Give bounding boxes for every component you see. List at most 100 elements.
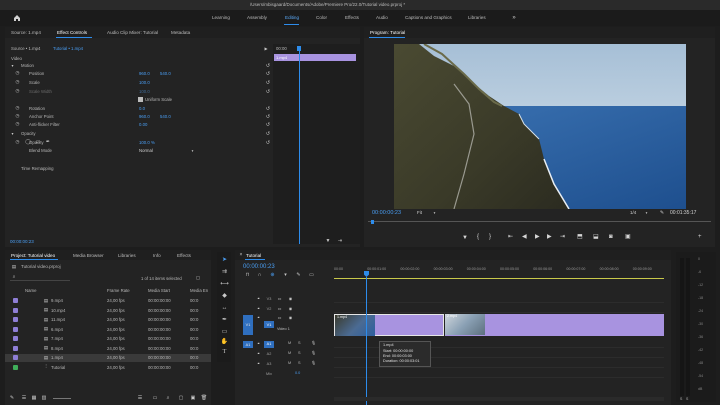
track-mute-button[interactable]: M [288, 341, 291, 346]
project-list-item[interactable]: ▤ 6.mp4 24,00 fps 00:00:00:00 00:0 [5, 326, 211, 334]
meter-solo-right[interactable]: S [686, 397, 688, 402]
track-lane-v2[interactable] [334, 305, 664, 313]
tab-timeline-tutorial[interactable]: Tutorial [246, 253, 261, 258]
track-lock-icon[interactable]: 🔒︎ [256, 315, 261, 320]
fit-dropdown-icon[interactable]: ▾ [432, 211, 437, 216]
workspace-audio[interactable]: Audio [376, 15, 388, 20]
label-color-swatch[interactable] [13, 355, 18, 360]
label-color-swatch[interactable] [13, 298, 18, 303]
track-target-a3[interactable]: A3 [264, 361, 274, 368]
ec-timecode[interactable]: 00:00:00:23 [10, 239, 34, 245]
snap-icon[interactable]: ⊓ [244, 272, 251, 279]
program-resolution[interactable]: 1/4 [630, 210, 636, 216]
label-color-swatch[interactable] [13, 364, 18, 370]
timeline-timecode[interactable]: 00:00:00:23 [243, 264, 275, 270]
work-area-bar[interactable] [334, 278, 664, 279]
col-name[interactable]: Name [25, 288, 36, 293]
automate-icon[interactable]: ▭ [152, 395, 158, 401]
sync-lock-icon[interactable]: ▭ [277, 315, 282, 320]
ec-mini-clip[interactable]: 1.mp4 [274, 54, 356, 61]
go-to-in-icon[interactable]: ⇤ [508, 234, 513, 240]
sync-lock-icon[interactable]: ▭ [277, 296, 282, 301]
workspace-color[interactable]: Color [316, 15, 327, 20]
ec-property-value[interactable]: 0.0 [139, 106, 145, 111]
track-lock-icon[interactable]: 🔒︎ [256, 361, 261, 366]
more-workspaces-icon[interactable]: » [510, 14, 518, 22]
rect-mask-icon[interactable]: ▭ [35, 139, 41, 145]
stopwatch-icon[interactable]: ◷ [15, 89, 20, 94]
type-tool-icon[interactable]: T [221, 348, 228, 355]
go-to-out-icon[interactable]: ⇥ [560, 234, 565, 240]
mark-out-icon[interactable]: } [489, 234, 491, 240]
razor-tool-icon[interactable]: ◆ [221, 292, 228, 299]
source-patch-a1[interactable]: A1 [243, 341, 253, 348]
timeline-settings-icon[interactable]: ✎ [295, 272, 302, 279]
track-mute-button[interactable]: M [288, 361, 291, 366]
track-lock-icon[interactable]: 🔒︎ [256, 306, 261, 311]
clip-1[interactable]: 1.mp4 [334, 314, 444, 336]
workspace-assembly[interactable]: Assembly [247, 15, 267, 20]
toggle-output-eye-icon[interactable]: ◉ [288, 315, 293, 320]
reset-parameter-icon[interactable]: ↺ [265, 106, 271, 112]
toggle-output-eye-icon[interactable]: ◉ [288, 306, 293, 311]
label-color-swatch[interactable] [13, 326, 18, 332]
rectangle-tool-icon[interactable]: ▭ [221, 328, 228, 335]
freeform-view-icon[interactable]: ▥ [41, 395, 47, 401]
play-icon[interactable]: ▶ [535, 234, 540, 240]
ellipse-mask-icon[interactable]: ◯ [25, 139, 31, 145]
reset-parameter-icon[interactable]: ↺ [265, 71, 271, 77]
blend-mode-select[interactable]: Normal [139, 148, 153, 153]
sort-icon[interactable]: ☰ [137, 395, 143, 401]
find-icon[interactable]: ⌕ [165, 395, 171, 401]
track-target-mix[interactable]: Mix [264, 371, 274, 378]
blend-mode-dropdown-icon[interactable]: ▾ [190, 149, 195, 154]
reset-parameter-icon[interactable]: ↺ [265, 122, 271, 128]
compare-icon[interactable]: ▣ [625, 234, 631, 240]
project-list-item[interactable]: ▤ 9.mp4 24,00 fps 00:00:00:00 00:0 [5, 297, 211, 305]
ec-group-expand-icon[interactable]: ▾ [10, 131, 15, 136]
track-mute-button[interactable]: M [288, 351, 291, 356]
track-target-a2[interactable]: A2 [264, 351, 274, 358]
stopwatch-icon[interactable]: ◷ [15, 71, 20, 76]
voice-over-mic-icon[interactable]: 🎙︎ [311, 341, 316, 346]
label-color-swatch[interactable] [13, 307, 18, 313]
export-icon[interactable]: ⇥ [337, 238, 343, 244]
workspace-captions[interactable]: Captions and Graphics [405, 15, 452, 20]
label-color-swatch[interactable] [13, 336, 18, 341]
track-target-a1[interactable]: A1 [264, 340, 274, 348]
add-button-icon[interactable]: + [698, 234, 702, 240]
sync-lock-icon[interactable]: ▭ [277, 306, 282, 311]
voice-over-mic-icon[interactable]: 🎙︎ [311, 351, 316, 356]
filter-icon[interactable]: ▼ [325, 238, 331, 244]
track-solo-button[interactable]: S [298, 341, 301, 346]
reset-parameter-icon[interactable]: ↺ [265, 114, 271, 120]
tab-effect-controls[interactable]: Effect Controls [57, 30, 87, 35]
reset-parameter-icon[interactable]: ↺ [265, 89, 271, 95]
pen-mask-icon[interactable]: ✒ [45, 139, 51, 145]
new-bin-icon[interactable]: ▢ [195, 275, 201, 281]
col-media-start[interactable]: Media Start [148, 288, 170, 293]
reset-parameter-icon[interactable]: ↺ [265, 131, 271, 137]
trash-icon[interactable]: 🗑 [201, 395, 207, 401]
lift-icon[interactable]: ⬒ [577, 234, 583, 240]
source-patch-v1[interactable]: V1 [243, 315, 253, 335]
slip-tool-icon[interactable]: ↔ [221, 304, 228, 311]
timeline-ruler[interactable]: 00:00 00:00:01:00 00:00:02:00 00:00:03:00 00… [334, 264, 664, 278]
track-target-v3[interactable]: V3 [264, 296, 274, 303]
voice-over-mic-icon[interactable]: 🎙︎ [311, 361, 316, 366]
project-search-input[interactable]: ⌕ [10, 274, 70, 281]
tab-project[interactable]: Project: Tutorial video [11, 253, 55, 258]
selection-tool-icon[interactable]: ➤ [221, 256, 228, 263]
tab-metadata[interactable]: Metadata [171, 30, 190, 35]
track-lock-icon[interactable]: 🔒︎ [256, 296, 261, 301]
step-back-icon[interactable]: ◀ [522, 234, 527, 240]
project-list-item[interactable]: ▤ 1.mp4 24,00 fps 00:00:00:00 00:0 [5, 354, 211, 362]
meter-solo-left[interactable]: S [680, 397, 682, 402]
track-target-v1[interactable]: V1 [264, 321, 274, 328]
track-lane-v3[interactable] [334, 295, 664, 303]
nest-icon[interactable]: ∩ [256, 272, 263, 279]
workspace-learning[interactable]: Learning [212, 15, 230, 20]
uniform-scale-checkbox[interactable] [138, 97, 143, 102]
reset-parameter-icon[interactable]: ↺ [265, 80, 271, 86]
timeline-horizontal-scrollbar[interactable] [334, 397, 664, 401]
